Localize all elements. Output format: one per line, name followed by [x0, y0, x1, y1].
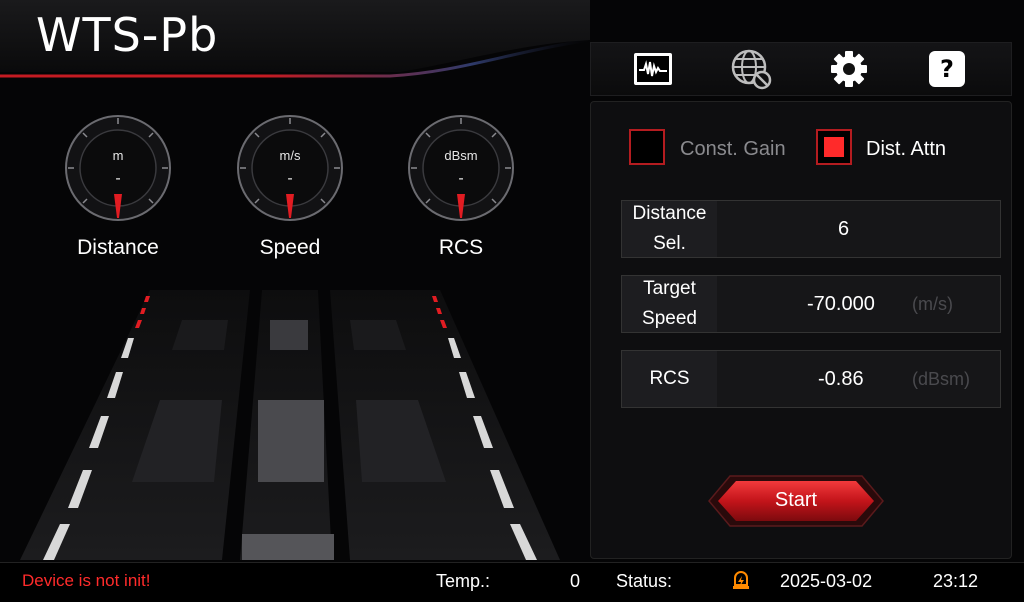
status-date: 2025-03-02: [780, 571, 873, 591]
speed-gauge: m/s -: [236, 114, 344, 222]
gauge-label-rcs: RCS: [438, 236, 484, 259]
gauge-label-distance: Distance: [77, 236, 159, 259]
const-gain-label: Const. Gain: [680, 138, 786, 160]
app-title: WTS-Pb: [36, 8, 219, 62]
start-button-label: Start: [774, 489, 818, 511]
temp-label: Temp.:: [436, 571, 491, 591]
rcs-unit: (dBsm): [912, 368, 970, 389]
gauge-unit: m/s: [279, 148, 301, 163]
gauge-value: -: [115, 170, 121, 187]
gear-icon: [831, 51, 867, 87]
field-label: Target Speed: [622, 276, 717, 332]
distance-gauge: m -: [64, 114, 172, 222]
status-time: 23:12: [933, 571, 979, 591]
help-button[interactable]: ?: [899, 43, 995, 95]
rcs-value: -0.86: [818, 367, 864, 390]
temp-value: 0: [570, 571, 581, 591]
waveform-monitor-icon: [634, 53, 672, 85]
network-disabled-icon: [731, 49, 772, 90]
rcs-gauge: dBsm -: [407, 114, 515, 222]
gauge-dial-icon: [408, 115, 514, 221]
start-button[interactable]: Start: [708, 475, 884, 527]
help-glyph: ?: [940, 55, 954, 83]
gauge-value: -: [458, 170, 464, 187]
network-disabled-button[interactable]: [703, 43, 799, 95]
status-bar: Device is not init! Temp.: 0 Status: 202…: [0, 562, 1024, 602]
dist-attn-label: Dist. Attn: [866, 138, 947, 160]
gauge-value: -: [287, 170, 293, 187]
target-speed-value: -70.000: [807, 292, 875, 315]
gauge-unit: m: [112, 148, 124, 163]
field-label: Distance Sel.: [622, 201, 717, 257]
gauge-dial-icon: [65, 115, 171, 221]
road-illustration: [20, 290, 560, 560]
help-icon: ?: [929, 51, 965, 87]
waveform-monitor-button[interactable]: [605, 43, 701, 95]
const-gain-checkbox[interactable]: [629, 129, 665, 165]
distance-select-value: 6: [838, 217, 850, 240]
target-speed-unit: (m/s): [912, 293, 953, 314]
status-warning-icon: [733, 571, 749, 589]
field-label: RCS: [622, 351, 717, 407]
status-message: Device is not init!: [22, 571, 151, 590]
gauge-label-speed: Speed: [259, 236, 321, 259]
gauge-unit: dBsm: [444, 148, 478, 163]
distance-select-field[interactable]: Distance Sel. 6: [621, 200, 1001, 258]
rcs-field[interactable]: RCS -0.86 (dBsm): [621, 350, 1001, 408]
status-label: Status:: [616, 571, 673, 591]
target-speed-field[interactable]: Target Speed -70.000 (m/s): [621, 275, 1001, 333]
settings-button[interactable]: [801, 43, 897, 95]
gauge-dial-icon: [237, 115, 343, 221]
toolbar: ?: [590, 42, 1012, 96]
dist-attn-checkbox[interactable]: [816, 129, 852, 165]
